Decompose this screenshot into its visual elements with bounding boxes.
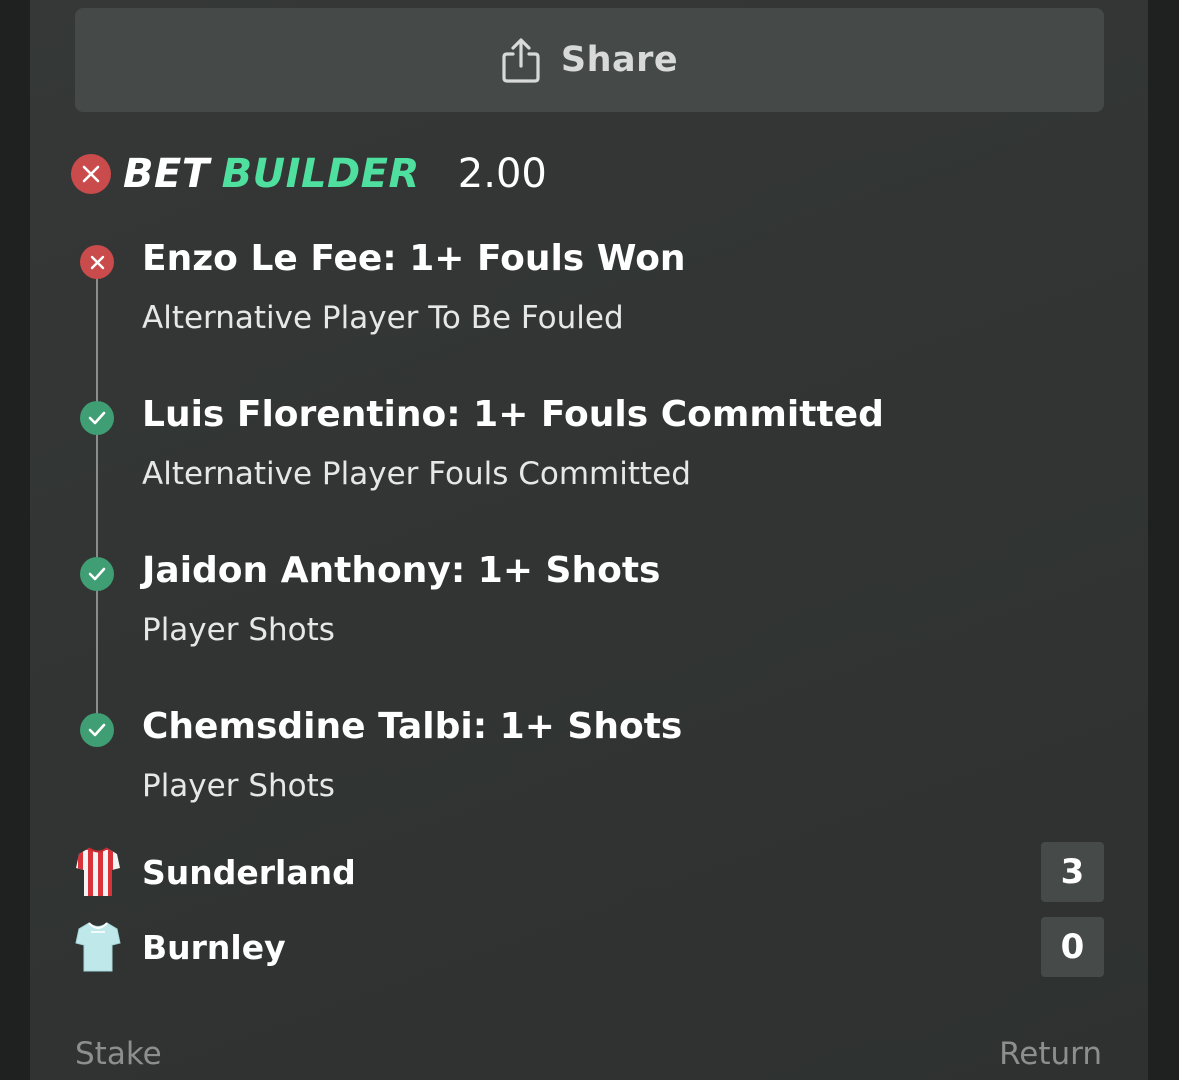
leg-market: Player Shots — [142, 768, 335, 804]
timeline-line — [96, 262, 98, 728]
stake-label: Stake — [75, 1036, 162, 1072]
home-team-name: Sunderland — [142, 852, 356, 892]
home-kit-icon — [76, 847, 120, 896]
bet-odds: 2.00 — [457, 151, 547, 197]
home-team-row: Sunderland 3 — [75, 842, 1104, 902]
leg-title: Chemsdine Talbi: 1+ Shots — [142, 706, 683, 747]
leg-won-icon — [80, 713, 114, 747]
bet-lost-icon — [71, 154, 111, 194]
share-icon — [502, 38, 540, 83]
bet-type-title: BET BUILDER — [123, 151, 420, 197]
leg-market: Player Shots — [142, 612, 335, 648]
leg-title: Enzo Le Fee: 1+ Fouls Won — [142, 238, 686, 279]
leg-title: Jaidon Anthony: 1+ Shots — [142, 550, 661, 591]
return-label: Return — [999, 1036, 1102, 1072]
share-label: Share — [560, 40, 679, 80]
leg-won-icon — [80, 557, 114, 591]
away-score: 0 — [1041, 917, 1104, 977]
away-team-row: Burnley 0 — [75, 917, 1104, 977]
bet-header: BET BUILDER 2.00 — [71, 150, 547, 198]
share-button[interactable]: Share — [75, 8, 1104, 112]
leg-market: Alternative Player Fouls Committed — [142, 456, 691, 492]
bet-type-part2: BUILDER — [221, 151, 420, 197]
leg-market: Alternative Player To Be Fouled — [142, 300, 624, 336]
away-kit-icon — [75, 922, 121, 972]
bet-type-part1: BET — [123, 151, 210, 197]
leg-won-icon — [80, 401, 114, 435]
leg-title: Luis Florentino: 1+ Fouls Committed — [142, 394, 884, 435]
leg-lost-icon — [80, 245, 114, 279]
away-team-name: Burnley — [142, 927, 286, 967]
home-score: 3 — [1041, 842, 1104, 902]
